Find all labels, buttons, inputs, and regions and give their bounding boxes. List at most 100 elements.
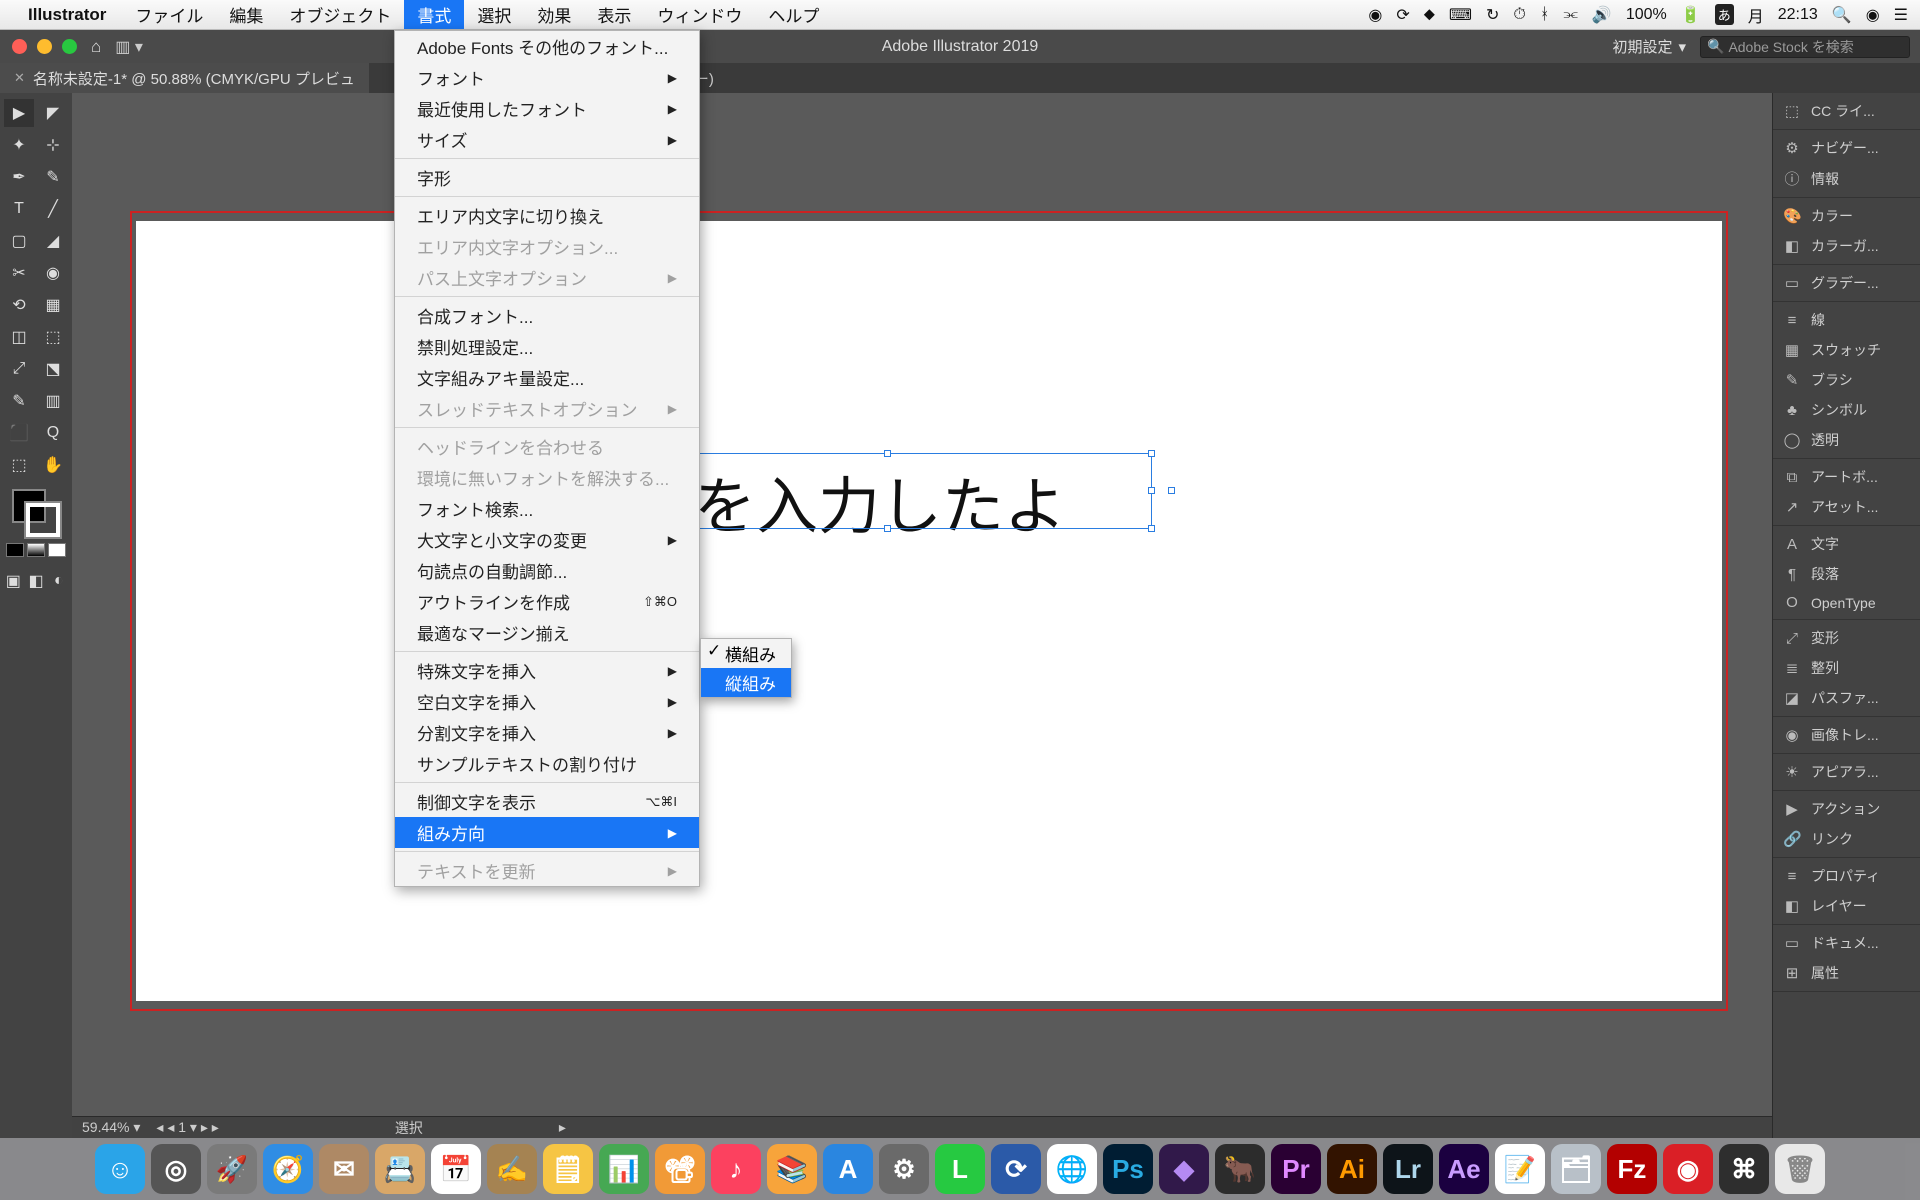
dock-app-icon[interactable]: 📝 (1495, 1144, 1545, 1194)
fill-stroke-control[interactable] (12, 489, 60, 537)
cc-icon[interactable]: ⟳ (1396, 5, 1409, 25)
menu-item[interactable]: 特殊文字を挿入▶ (395, 655, 699, 686)
tool-button[interactable]: ◤ (38, 99, 68, 127)
dock-app-icon[interactable]: 📅 (431, 1144, 481, 1194)
tool-button[interactable]: ◢ (38, 227, 68, 255)
menu-ウィンドウ[interactable]: ウィンドウ (644, 0, 755, 29)
dropbox-icon[interactable]: ⬥ (1424, 6, 1435, 24)
dock-app-icon[interactable]: 📽 (655, 1144, 705, 1194)
menu-item[interactable]: アウトラインを作成⇧⌘O (395, 586, 699, 617)
panel-item[interactable]: ▦スウォッチ (1773, 335, 1920, 365)
menu-item[interactable]: 組み方向▶ (395, 817, 699, 848)
menu-item[interactable]: サイズ▶ (395, 124, 699, 155)
menu-item[interactable]: 大文字と小文字の変更▶ (395, 524, 699, 555)
minimize-window-button[interactable] (37, 39, 52, 54)
tool-button[interactable]: ▢ (4, 227, 34, 255)
dock-app-icon[interactable]: 🐂 (1215, 1144, 1265, 1194)
menu-item[interactable]: 禁則処理設定... (395, 331, 699, 362)
color-mode-swatch[interactable] (27, 543, 45, 557)
panel-item[interactable]: ◪パスファ... (1773, 683, 1920, 713)
dock-app-icon[interactable]: Ae (1439, 1144, 1489, 1194)
dock-app-icon[interactable]: ⌘ (1719, 1144, 1769, 1194)
dock-app-icon[interactable]: 🧭 (263, 1144, 313, 1194)
dock-app-icon[interactable]: ✉ (319, 1144, 369, 1194)
selection-handle[interactable] (884, 450, 891, 457)
menu-編集[interactable]: 編集 (216, 0, 276, 29)
panel-item[interactable]: A文字 (1773, 529, 1920, 559)
home-icon[interactable]: ⌂ (91, 37, 101, 57)
tool-button[interactable]: ⬔ (38, 355, 68, 383)
dock-app-icon[interactable]: Fz (1607, 1144, 1657, 1194)
dock-app-icon[interactable]: 🌐 (1047, 1144, 1097, 1194)
sync-icon[interactable]: ↻ (1486, 5, 1499, 25)
menu-item[interactable]: フォント▶ (395, 62, 699, 93)
menu-item[interactable]: Adobe Fonts その他のフォント... (395, 31, 699, 62)
siri-icon[interactable]: ◉ (1866, 5, 1880, 25)
tool-button[interactable]: ⊹ (38, 131, 68, 159)
panel-item[interactable]: ◯透明 (1773, 425, 1920, 455)
panel-item[interactable]: ⬚CC ライ... (1773, 96, 1920, 126)
selection-handle[interactable] (1148, 487, 1155, 494)
status-arrow-icon[interactable]: ▸ (559, 1119, 566, 1136)
menu-item[interactable]: 最近使用したフォント▶ (395, 93, 699, 124)
panel-item[interactable]: ⓘ情報 (1773, 163, 1920, 194)
zoom-window-button[interactable] (62, 39, 77, 54)
selection-handle[interactable] (1148, 450, 1155, 457)
menu-item[interactable]: 文字組みアキ量設定... (395, 362, 699, 393)
tool-button[interactable]: ✒ (4, 163, 34, 191)
tool-button[interactable]: ▶ (4, 99, 34, 127)
spotlight-icon[interactable]: 🔍 (1832, 5, 1852, 25)
tool-button[interactable]: ⟲ (4, 291, 34, 319)
dock-app-icon[interactable]: ⟳ (991, 1144, 1041, 1194)
dock-app-icon[interactable]: ♪ (711, 1144, 761, 1194)
tool-button[interactable]: ✂ (4, 259, 34, 287)
tool-button[interactable]: ✦ (4, 131, 34, 159)
dock-app-icon[interactable]: Ps (1103, 1144, 1153, 1194)
color-mode-swatch[interactable] (6, 543, 24, 557)
panel-item[interactable]: ↗アセット... (1773, 492, 1920, 522)
screen-mode-button[interactable]: ◧ (27, 567, 46, 595)
panel-item[interactable]: ≣整列 (1773, 653, 1920, 683)
panel-item[interactable]: OOpenType (1773, 589, 1920, 616)
zoom-level[interactable]: 59.44% ▾ (82, 1119, 140, 1136)
menu-item[interactable]: エリア内文字に切り換え (395, 200, 699, 231)
tool-button[interactable]: T (4, 195, 34, 223)
menu-表示[interactable]: 表示 (584, 0, 644, 29)
dock-app-icon[interactable]: 📇 (375, 1144, 425, 1194)
tool-button[interactable]: ✎ (4, 387, 34, 415)
panel-item[interactable]: ☀アピアラ... (1773, 757, 1920, 787)
panel-item[interactable]: ⊞属性 (1773, 958, 1920, 988)
menu-item[interactable]: 分割文字を挿入▶ (395, 717, 699, 748)
document-tab[interactable]: ✕ 名称未設定-1* @ 50.88% (CMYK/GPU プレビュ (0, 63, 369, 93)
notifications-icon[interactable]: ☰ (1894, 5, 1908, 25)
menu-書式[interactable]: 書式 (404, 0, 464, 29)
menu-item[interactable]: 字形 (395, 162, 699, 193)
menu-item[interactable]: 最適なマージン揃え (395, 617, 699, 648)
menu-ファイル[interactable]: ファイル (122, 0, 216, 29)
panel-item[interactable]: ≡線 (1773, 305, 1920, 335)
menu-item[interactable]: 合成フォント... (395, 300, 699, 331)
selection-handle[interactable] (1148, 525, 1155, 532)
screen-mode-button[interactable]: ▣ (4, 567, 23, 595)
menu-オブジェクト[interactable]: オブジェクト (276, 0, 404, 29)
menu-選択[interactable]: 選択 (464, 0, 524, 29)
artboard-nav[interactable]: ◂ ◂ 1 ▾ ▸ ▸ (156, 1119, 218, 1136)
wifi-icon[interactable]: ⫘ (1564, 6, 1578, 24)
menu-item[interactable]: フォント検索... (395, 493, 699, 524)
canvas-area[interactable]: 字を入力したよ (72, 93, 1772, 1138)
tool-button[interactable]: ▥ (38, 387, 68, 415)
tool-button[interactable]: ╱ (38, 195, 68, 223)
tool-button[interactable]: ⬛ (4, 419, 34, 447)
tool-button[interactable]: ⬚ (4, 451, 34, 479)
menu-item[interactable]: サンプルテキストの割り付け (395, 748, 699, 779)
panel-item[interactable]: ◧カラーガ... (1773, 231, 1920, 261)
arrange-icon[interactable]: ▥ ▾ (115, 37, 143, 57)
dock-app-icon[interactable]: ☺ (95, 1144, 145, 1194)
panel-item[interactable]: 🔗リンク (1773, 824, 1920, 854)
dock-app-icon[interactable]: L (935, 1144, 985, 1194)
line-icon[interactable]: ◉ (1368, 5, 1382, 25)
close-tab-icon[interactable]: ✕ (14, 70, 25, 86)
menu-効果[interactable]: 効果 (524, 0, 584, 29)
artboard[interactable]: 字を入力したよ (136, 221, 1722, 1001)
volume-icon[interactable]: 🔊 (1592, 5, 1612, 25)
